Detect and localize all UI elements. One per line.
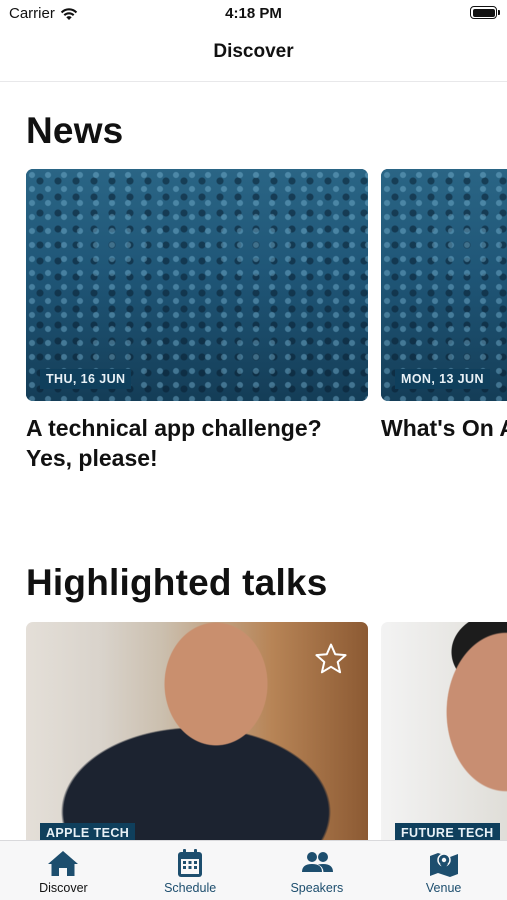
- news-card-image: MON, 13 JUN: [381, 169, 507, 401]
- talk-card-image: FUTURE TECH: [381, 622, 507, 842]
- news-headline: What's On A: [381, 415, 507, 441]
- tab-label: Venue: [425, 881, 462, 895]
- tab-discover[interactable]: Discover: [0, 841, 127, 900]
- battery-icon: [470, 6, 500, 19]
- date-badge: THU, 16 JUN: [40, 369, 132, 389]
- discover-screen: Carrier 4:18 PM Discover News THU, 16 JU…: [0, 0, 507, 900]
- date-badge: MON, 13 JUN: [395, 369, 490, 389]
- tab-label: Discover: [39, 881, 88, 895]
- audience-image: [26, 169, 368, 401]
- audience-image: [381, 169, 507, 401]
- status-bar: Carrier 4:18 PM: [0, 0, 507, 28]
- map-icon: [429, 853, 458, 877]
- tab-venue[interactable]: Venue: [380, 841, 507, 900]
- favorite-star-icon[interactable]: [314, 642, 348, 676]
- people-icon: [301, 852, 333, 872]
- talks-carousel[interactable]: APPLE TECH FUTURE TECH: [26, 622, 507, 842]
- tab-speakers[interactable]: Speakers: [254, 841, 381, 900]
- tab-schedule[interactable]: Schedule: [127, 841, 254, 900]
- house-icon: [48, 851, 79, 876]
- navigation-bar: Discover: [0, 28, 507, 82]
- status-time: 4:18 PM: [225, 5, 282, 22]
- news-card[interactable]: MON, 13 JUN What's On A: [381, 169, 507, 473]
- tab-bar: Discover Schedule Speakers Venue: [0, 840, 507, 900]
- news-card[interactable]: THU, 16 JUN A technical app challenge? Y…: [26, 169, 368, 473]
- calendar-icon: [178, 849, 203, 877]
- talk-card-image: APPLE TECH: [26, 622, 368, 842]
- talk-card[interactable]: APPLE TECH: [26, 622, 368, 842]
- news-section-title: News: [26, 110, 124, 151]
- news-carousel[interactable]: THU, 16 JUN A technical app challenge? Y…: [26, 169, 507, 473]
- tab-label: Speakers: [290, 881, 344, 895]
- news-card-image: THU, 16 JUN: [26, 169, 368, 401]
- tab-label: Schedule: [164, 881, 217, 895]
- speaker-photo: [381, 622, 507, 842]
- talks-section-title: Highlighted talks: [26, 562, 328, 603]
- news-headline: A technical app challenge? Yes, please!: [26, 415, 322, 471]
- page-title: Discover: [213, 41, 294, 62]
- talk-card[interactable]: FUTURE TECH: [381, 622, 507, 842]
